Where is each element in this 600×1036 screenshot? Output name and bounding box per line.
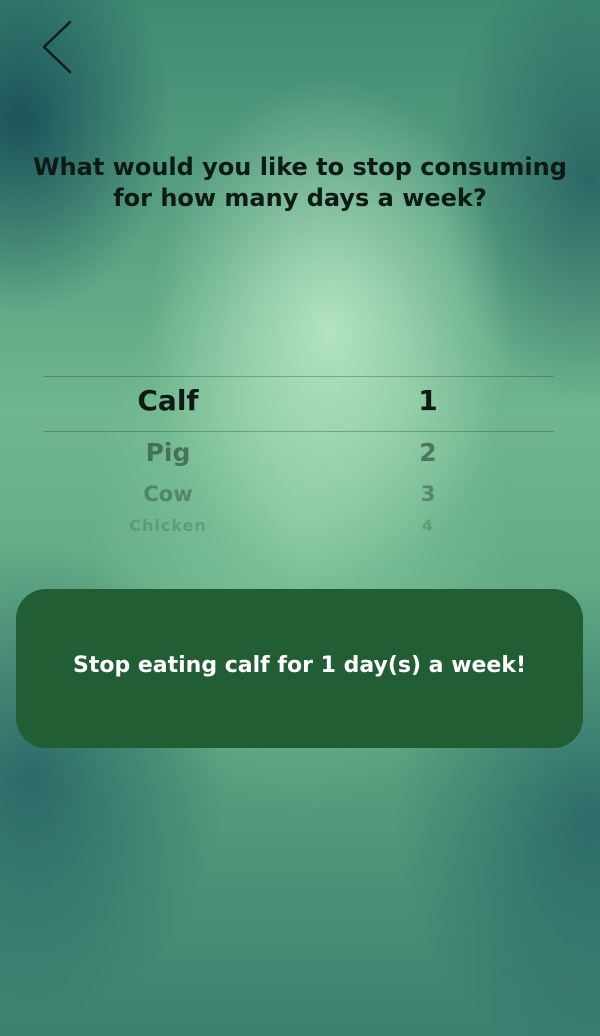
result-box: Stop eating calf for 1 day(s) a week! xyxy=(16,589,583,748)
picker-days-option[interactable]: 2 xyxy=(419,438,436,467)
picker-animal-option[interactable]: Calf xyxy=(137,384,198,417)
animal-days-picker[interactable]: Calf 1 Pig 2 Cow 3 Chicken 4 xyxy=(44,376,554,546)
back-button[interactable] xyxy=(34,18,78,78)
picker-days-option[interactable]: 4 xyxy=(422,516,434,535)
picker-selection-bottom-line xyxy=(44,431,554,432)
picker-days-option[interactable]: 3 xyxy=(421,482,436,506)
picker-days-option[interactable]: 1 xyxy=(418,384,437,417)
result-message: Stop eating calf for 1 day(s) a week! xyxy=(72,653,527,678)
picker-row[interactable]: Pig 2 xyxy=(44,438,554,478)
picker-row[interactable]: Chicken 4 xyxy=(44,516,554,556)
chevron-left-icon xyxy=(42,20,72,74)
picker-animal-option[interactable]: Pig xyxy=(146,438,191,467)
picker-animal-option[interactable]: Cow xyxy=(143,482,192,506)
picker-animal-option[interactable]: Chicken xyxy=(129,516,207,535)
picker-selection-top-line xyxy=(44,376,554,377)
question-title: What would you like to stop consuming fo… xyxy=(33,153,567,212)
picker-row[interactable]: Calf 1 xyxy=(44,384,554,424)
